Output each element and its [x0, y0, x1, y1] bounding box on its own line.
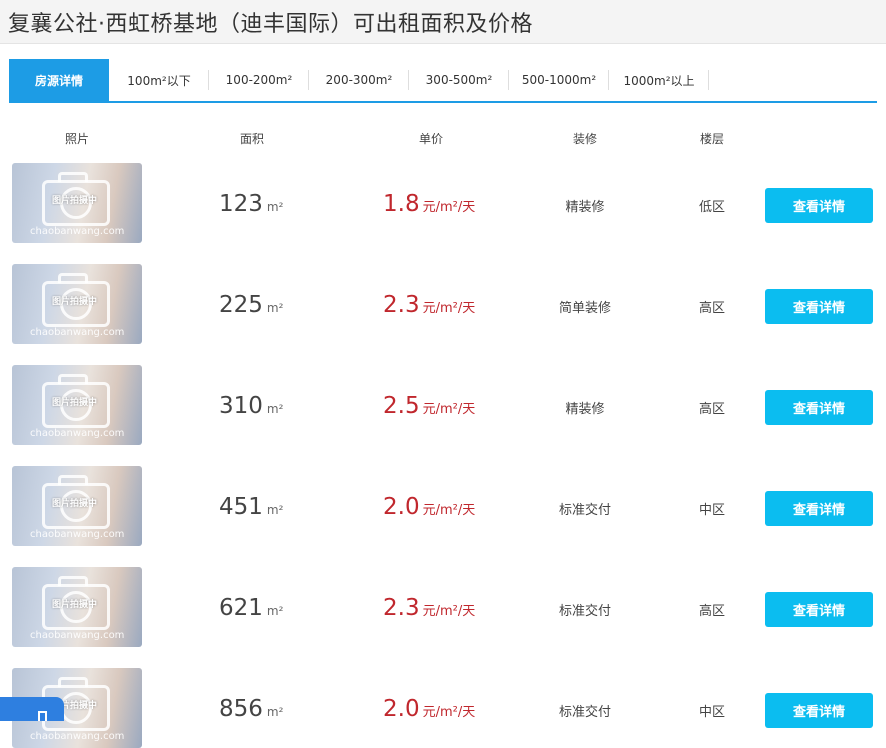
- listing-price: 1.8 元/m²/天: [383, 191, 475, 217]
- listing-decoration: 标准交付: [558, 705, 611, 720]
- listing-price: 2.0 元/m²/天: [383, 494, 475, 520]
- area-unit: m²: [266, 200, 284, 214]
- listing-area: 451 m²: [219, 494, 283, 520]
- listing-area: 621 m²: [219, 595, 283, 621]
- area-value: 225: [219, 292, 263, 318]
- tab-200-300[interactable]: 200-300m²: [309, 59, 409, 101]
- watermark-text: 图片拍摄中: [52, 196, 98, 206]
- view-details-button[interactable]: 查看详情: [765, 693, 873, 728]
- listing-decoration: 精装修: [565, 200, 605, 215]
- price-unit: 元/m²/天: [422, 604, 476, 619]
- table-row: 图片拍摄中 chaobanwang.com 856 m² 2.0 元/m²/天 标准…: [0, 668, 886, 748]
- price-value: 2.3: [383, 292, 420, 318]
- area-filter-tabs: 房源详情 100m²以下 100-200m² 200-300m² 300-500…: [9, 59, 877, 103]
- listing-area: 856 m²: [219, 696, 283, 722]
- watermark-text: 图片拍摄中: [52, 297, 98, 307]
- watermark-url: chaobanwang.com: [30, 428, 125, 439]
- price-value: 2.0: [383, 494, 420, 520]
- tab-100-200[interactable]: 100-200m²: [209, 59, 309, 101]
- watermark-url: chaobanwang.com: [30, 529, 125, 540]
- column-header-price: 单价: [418, 132, 443, 146]
- area-value: 123: [219, 191, 263, 217]
- tab-under-100[interactable]: 100m²以下: [109, 59, 209, 101]
- column-header-area: 面积: [239, 132, 264, 146]
- listing-photo[interactable]: 图片拍摄中 chaobanwang.com: [12, 264, 142, 344]
- listing-floor: 中区: [698, 503, 725, 518]
- watermark-text: 图片拍摄中: [52, 600, 98, 610]
- column-header-floor: 楼层: [699, 132, 724, 146]
- page-header: 复襄公社·西虹桥基地（迪丰国际）可出租面积及价格: [0, 0, 886, 44]
- area-unit: m²: [266, 604, 284, 618]
- floating-contact-button[interactable]: [0, 697, 64, 721]
- table-row: 图片拍摄中 chaobanwang.com 225 m² 2.3 元/m²/天 简单…: [0, 264, 886, 344]
- listing-photo[interactable]: 图片拍摄中 chaobanwang.com: [12, 163, 142, 243]
- listing-area: 123 m²: [219, 191, 283, 217]
- listing-photo[interactable]: 图片拍摄中 chaobanwang.com: [12, 567, 142, 647]
- listing-photo[interactable]: 图片拍摄中 chaobanwang.com: [12, 365, 142, 445]
- tab-listing-details[interactable]: 房源详情: [9, 59, 109, 101]
- area-value: 621: [219, 595, 263, 621]
- price-value: 1.8: [383, 191, 420, 217]
- price-unit: 元/m²/天: [422, 503, 476, 518]
- area-unit: m²: [266, 705, 284, 719]
- listing-decoration: 简单装修: [558, 301, 611, 316]
- area-unit: m²: [266, 503, 284, 517]
- listing-price: 2.3 元/m²/天: [383, 595, 475, 621]
- listing-floor: 高区: [698, 402, 725, 417]
- area-value: 856: [219, 696, 263, 722]
- watermark-url: chaobanwang.com: [30, 226, 125, 237]
- listing-area: 310 m²: [219, 393, 283, 419]
- listing-price: 2.0 元/m²/天: [383, 696, 475, 722]
- watermark-url: chaobanwang.com: [30, 630, 125, 641]
- listing-floor: 中区: [698, 705, 725, 720]
- area-value: 310: [219, 393, 263, 419]
- view-details-button[interactable]: 查看详情: [765, 289, 873, 324]
- view-details-button[interactable]: 查看详情: [765, 491, 873, 526]
- area-unit: m²: [266, 402, 284, 416]
- watermark-text: 图片拍摄中: [52, 499, 98, 509]
- table-row: 图片拍摄中 chaobanwang.com 451 m² 2.0 元/m²/天 标准…: [0, 466, 886, 546]
- watermark-text: 图片拍摄中: [52, 398, 98, 408]
- listing-photo[interactable]: 图片拍摄中 chaobanwang.com: [12, 466, 142, 546]
- price-value: 2.0: [383, 696, 420, 722]
- view-details-button[interactable]: 查看详情: [765, 592, 873, 627]
- listing-price: 2.5 元/m²/天: [383, 393, 475, 419]
- listing-price: 2.3 元/m²/天: [383, 292, 475, 318]
- table-row: 图片拍摄中 chaobanwang.com 621 m² 2.3 元/m²/天 标准…: [0, 567, 886, 647]
- price-unit: 元/m²/天: [422, 301, 476, 316]
- page-title: 复襄公社·西虹桥基地（迪丰国际）可出租面积及价格: [8, 11, 533, 37]
- tab-500-1000[interactable]: 500-1000m²: [509, 59, 609, 101]
- tab-300-500[interactable]: 300-500m²: [409, 59, 509, 101]
- watermark-url: chaobanwang.com: [30, 731, 125, 742]
- area-unit: m²: [266, 301, 284, 315]
- column-header-decoration: 装修: [572, 132, 597, 146]
- view-details-button[interactable]: 查看详情: [765, 390, 873, 425]
- table-row: 图片拍摄中 chaobanwang.com 310 m² 2.5 元/m²/天 精装…: [0, 365, 886, 445]
- listing-decoration: 标准交付: [558, 503, 611, 518]
- price-value: 2.3: [383, 595, 420, 621]
- listing-floor: 高区: [698, 301, 725, 316]
- area-value: 451: [219, 494, 263, 520]
- view-details-button[interactable]: 查看详情: [765, 188, 873, 223]
- listing-decoration: 标准交付: [558, 604, 611, 619]
- listing-area: 225 m²: [219, 292, 283, 318]
- column-header-photo: 照片: [64, 132, 89, 146]
- tab-over-1000[interactable]: 1000m²以上: [609, 59, 709, 101]
- price-unit: 元/m²/天: [422, 402, 476, 417]
- listing-floor: 高区: [698, 604, 725, 619]
- listing-floor: 低区: [698, 200, 725, 215]
- price-unit: 元/m²/天: [422, 200, 476, 215]
- price-value: 2.5: [383, 393, 420, 419]
- contact-icon: [38, 711, 47, 721]
- table-row: 图片拍摄中 chaobanwang.com 123 m² 1.8 元/m²/天 精装…: [0, 163, 886, 243]
- listing-decoration: 精装修: [565, 402, 605, 417]
- watermark-url: chaobanwang.com: [30, 327, 125, 338]
- price-unit: 元/m²/天: [422, 705, 476, 720]
